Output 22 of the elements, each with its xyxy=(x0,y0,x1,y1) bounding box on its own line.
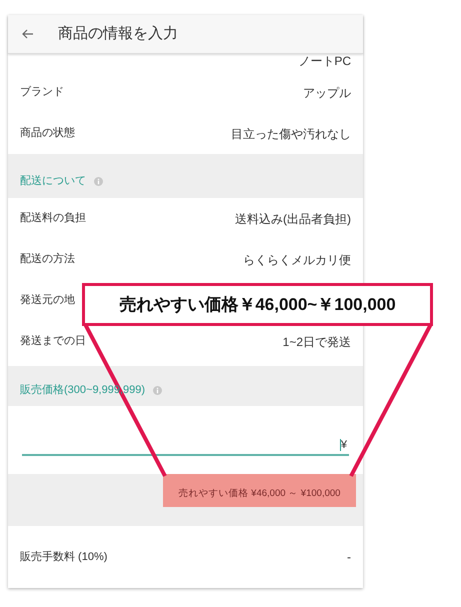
row-value: 目立った傷や汚れなし xyxy=(231,126,351,142)
row-value: らくらくメルカリ便 xyxy=(243,252,351,268)
price-input-field[interactable]: ¥ xyxy=(22,436,349,456)
row-label: 配送料の負担 xyxy=(20,211,86,226)
section-title: 配送について xyxy=(20,174,86,188)
row-value: 送料込み(出品者負担) xyxy=(235,210,351,228)
row-value: ノートPC xyxy=(298,54,351,68)
row-value: アップル xyxy=(303,84,351,102)
row-value: - xyxy=(347,549,351,566)
row-label: ブランド xyxy=(20,84,64,100)
row-label: 配送の方法 xyxy=(20,252,75,268)
callout-box: 売れやすい価格￥46,000~￥100,000 xyxy=(82,283,433,326)
price-hint-tooltip: 売れやすい価格 ¥46,000 ～ ¥100,000 xyxy=(163,474,356,507)
screen-title: 商品の情報を入力 xyxy=(58,24,178,44)
row-label: 商品の状態 xyxy=(20,126,75,142)
info-icon xyxy=(94,177,103,186)
row-label: 販売手数料 (10%) xyxy=(20,550,108,565)
row-label: 発送元の地 xyxy=(20,293,75,308)
back-arrow-icon[interactable] xyxy=(22,29,34,39)
row-label: 発送までの日 xyxy=(20,334,86,350)
row-value: 1~2日で発送 xyxy=(282,334,351,350)
info-icon xyxy=(153,386,162,395)
